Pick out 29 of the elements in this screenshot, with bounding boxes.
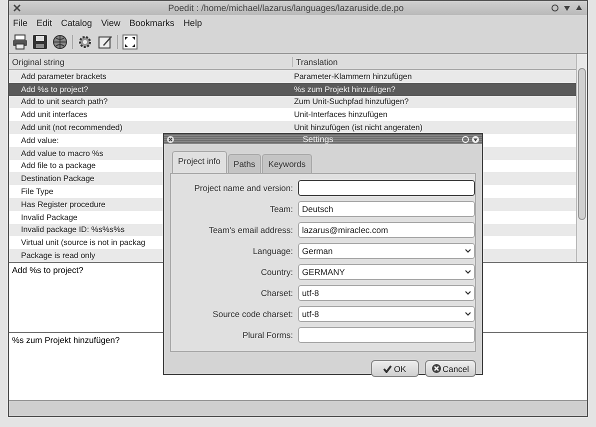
table-cell: Destination Package	[21, 174, 94, 184]
source-text: Add %s to project?	[12, 265, 84, 275]
field-label: Team:	[268, 204, 293, 214]
table-cell: Add to unit search path?	[21, 97, 108, 106]
table-cell: Package is read only	[21, 251, 96, 260]
window-title: Poedit : /home/michael/lazarus/languages/lazaruside.de.po	[167, 3, 405, 13]
table-cell: Virtual unit (source is not in packag	[21, 238, 146, 248]
field-label: Charset:	[260, 288, 293, 298]
table-cell: %s zum Projekt hinzufügen?	[294, 84, 396, 94]
field-label: Plural Forms:	[241, 330, 293, 340]
field-label: Language:	[252, 246, 293, 256]
field-label: Team's email address:	[208, 225, 293, 235]
table-cell: Has Register procedure	[21, 200, 106, 209]
table-cell: Invalid Package	[21, 212, 78, 222]
table-cell: Unit hinzufügen (ist nicht angeraten)	[294, 123, 423, 132]
field-label: Country:	[260, 267, 293, 277]
translation-text: %s zum Projekt hinzufügen?	[12, 335, 120, 345]
table-cell: Add unit (not recommended)	[21, 123, 122, 132]
table-cell: Zum Unit-Suchpfad hinzufügen?	[294, 97, 409, 106]
field-label: Source code charset:	[212, 309, 293, 319]
dialog-title: Settings	[302, 134, 334, 144]
table-cell: Add value to macro %s	[21, 148, 104, 158]
table-cell: Add parameter brackets	[21, 72, 106, 81]
table-cell: Add %s to project?	[21, 84, 88, 94]
field-label: Project name and version:	[193, 183, 293, 193]
table-cell: Add unit interfaces	[21, 110, 88, 120]
table-cell: Invalid package ID: %s%s%s	[21, 225, 125, 234]
table-cell: Parameter-Klammern hinzufügen	[294, 72, 412, 81]
table-cell: Unit-Interfaces hinzufügen	[294, 110, 388, 120]
